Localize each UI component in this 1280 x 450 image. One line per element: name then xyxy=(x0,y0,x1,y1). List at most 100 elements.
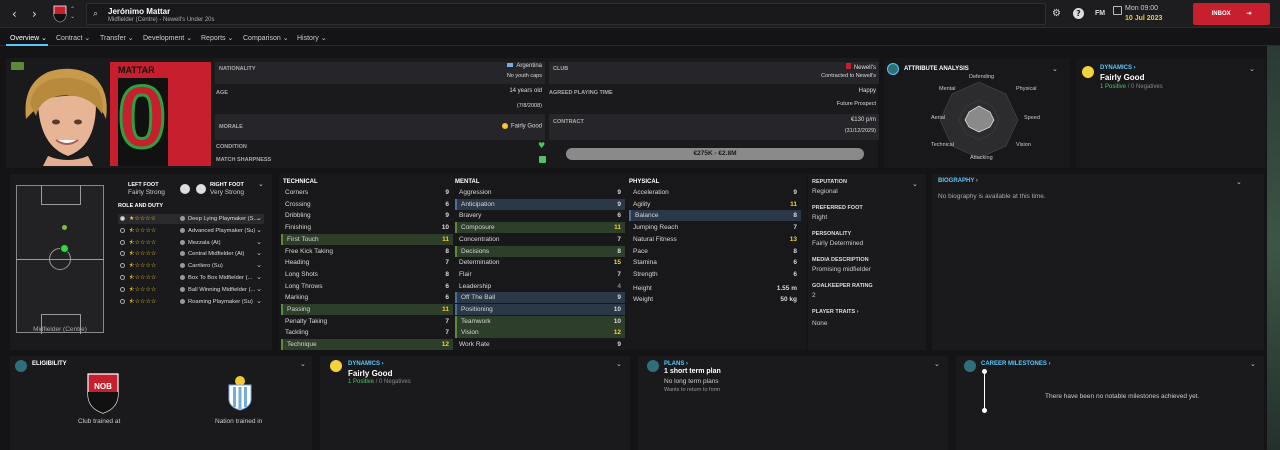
attribute-row[interactable]: Teamwork 10 xyxy=(455,315,625,327)
role-radio[interactable] xyxy=(120,216,125,221)
milestones-title[interactable]: CAREER MILESTONES › xyxy=(981,361,1051,367)
role-radio[interactable] xyxy=(120,263,125,269)
chevron-down-icon[interactable]: ⌄ xyxy=(1249,65,1255,73)
chevron-down-icon[interactable]: ⌄ xyxy=(258,180,264,188)
attribute-row[interactable]: Balance 8 xyxy=(629,210,801,222)
dynamics-title[interactable]: DYNAMICS › xyxy=(1100,65,1136,71)
info-icon[interactable] xyxy=(180,251,185,257)
fm-logo[interactable]: FM xyxy=(1095,10,1105,17)
role-item[interactable]: ⯪☆☆☆☆ Advanced Playmaker (Su) ⌄ xyxy=(118,226,264,236)
chevron-down-icon[interactable]: ⌄ xyxy=(256,225,262,235)
role-radio[interactable] xyxy=(120,275,125,280)
back-arrow-icon[interactable]: ‹ xyxy=(12,7,17,21)
chevron-down-icon[interactable]: ⌄ xyxy=(256,272,262,282)
dynamics-title[interactable]: DYNAMICS › xyxy=(348,361,384,367)
inbox-button[interactable]: INBOX ⇥ xyxy=(1193,3,1270,25)
tab-overview[interactable]: Overview ⌄ xyxy=(10,34,47,42)
role-item[interactable]: ⯪☆☆☆☆ Roaming Playmaker (Su) ⌄ xyxy=(118,297,264,307)
attribute-row[interactable]: Positioning 10 xyxy=(455,304,625,315)
tab-reports[interactable]: Reports ⌄ xyxy=(201,34,233,42)
attribute-row[interactable]: Technique 12 xyxy=(281,339,453,351)
role-radio[interactable] xyxy=(120,298,125,304)
chevron-down-icon[interactable]: ⌄ xyxy=(912,180,918,188)
chevron-down-icon[interactable]: ⌄ xyxy=(256,296,262,306)
tab-transfer[interactable]: Transfer ⌄ xyxy=(100,34,134,42)
chevron-down-icon[interactable]: ⌄ xyxy=(1236,178,1242,186)
attribute-row[interactable]: Off The Ball 9 xyxy=(455,292,625,304)
info-icon[interactable] xyxy=(180,286,185,292)
player-stepper[interactable]: ⌃ ⌄ xyxy=(70,6,75,20)
attribute-row[interactable]: Dribbling 9 xyxy=(281,210,453,221)
nationality-value[interactable]: Argentina xyxy=(436,63,542,69)
attribute-row[interactable]: Corners 9 xyxy=(281,187,453,198)
role-radio[interactable] xyxy=(120,239,125,245)
attribute-row[interactable]: Long Throws 6 xyxy=(281,281,453,292)
chevron-down-icon[interactable]: ⌄ xyxy=(256,260,262,270)
club-crest-icon[interactable] xyxy=(53,5,67,23)
attribute-row[interactable]: Tackling 7 xyxy=(281,327,453,338)
attribute-row[interactable]: Finishing 10 xyxy=(281,222,453,233)
attribute-row[interactable]: Composure 11 xyxy=(455,222,625,234)
role-radio[interactable] xyxy=(120,286,125,292)
role-item[interactable]: ⯪☆☆☆☆ Carrilero (Su) ⌄ xyxy=(118,261,264,271)
search-icon[interactable]: ⌕ xyxy=(93,9,98,19)
info-icon[interactable] xyxy=(180,298,185,304)
tab-contract[interactable]: Contract ⌄ xyxy=(56,34,90,42)
attribute-row[interactable]: Free Kick Taking 8 xyxy=(281,246,453,257)
info-icon[interactable] xyxy=(180,275,185,280)
role-radio[interactable] xyxy=(120,227,125,233)
role-item[interactable]: ⯪☆☆☆☆ Mezzala (At) ⌄ xyxy=(118,238,264,248)
settings-icon[interactable]: ⚙ xyxy=(1052,8,1061,19)
attribute-row[interactable]: Heading 7 xyxy=(281,257,453,268)
info-icon[interactable] xyxy=(180,239,185,245)
attribute-row[interactable]: Natural Fitness 13 xyxy=(629,234,801,245)
biography-title[interactable]: BIOGRAPHY › xyxy=(938,178,978,184)
tab-history[interactable]: History ⌄ xyxy=(297,34,327,42)
attribute-row[interactable]: Vision 12 xyxy=(455,327,625,339)
attribute-row[interactable]: Determination 15 xyxy=(455,257,625,268)
role-item[interactable]: ⯪☆☆☆☆ Central Midfielder (At) ⌄ xyxy=(118,249,264,259)
morale-value[interactable]: Fairly Good xyxy=(436,123,542,130)
attribute-row[interactable]: Pace 8 xyxy=(629,246,801,257)
attribute-row[interactable]: Agility 11 xyxy=(629,199,801,210)
chevron-down-icon[interactable]: ⌄ xyxy=(256,237,262,247)
chevron-down-icon[interactable]: ⌄ xyxy=(256,284,262,294)
attribute-row[interactable]: Flair 7 xyxy=(455,269,625,280)
attribute-row[interactable]: Decisions 8 xyxy=(455,245,625,257)
plans-title[interactable]: PLANS › xyxy=(664,361,688,367)
chevron-down-icon[interactable]: ⌄ xyxy=(1250,360,1256,368)
chevron-down-icon[interactable]: ⌄ xyxy=(300,360,306,368)
help-icon[interactable]: ? xyxy=(1073,8,1084,19)
role-item[interactable]: ⯪☆☆☆☆ Ball Winning Midfielder (... ⌄ xyxy=(118,285,264,295)
attribute-row[interactable]: Concentration 7 xyxy=(455,234,625,245)
attribute-row[interactable]: Acceleration 9 xyxy=(629,187,801,198)
player-traits-label[interactable]: PLAYER TRAITS › xyxy=(812,309,859,315)
attribute-row[interactable]: Bravery 6 xyxy=(455,210,625,221)
attribute-row[interactable]: Strength 6 xyxy=(629,269,801,280)
chevron-down-icon[interactable]: ⌄ xyxy=(616,360,622,368)
chevron-down-icon[interactable]: ⌄ xyxy=(1052,65,1058,73)
tab-development[interactable]: Development ⌄ xyxy=(143,34,192,42)
info-icon[interactable] xyxy=(180,263,185,269)
attribute-row[interactable]: Aggression 9 xyxy=(455,187,625,198)
chevron-down-icon[interactable]: ⌄ xyxy=(256,213,262,223)
attribute-row[interactable]: Stamina 6 xyxy=(629,257,801,268)
role-item[interactable]: ⯪☆☆☆☆ Box To Box Midfielder (... ⌄ xyxy=(118,273,264,283)
attribute-row[interactable]: Penalty Taking 7 xyxy=(281,316,453,327)
role-item[interactable]: ★☆☆☆☆ Deep Lying Playmaker (S... ⌄ xyxy=(118,214,264,224)
info-icon[interactable] xyxy=(180,216,185,221)
attribute-row[interactable]: Marking 6 xyxy=(281,292,453,303)
chevron-down-icon[interactable]: ⌄ xyxy=(934,360,940,368)
attribute-row[interactable]: Passing 11 xyxy=(281,304,453,315)
attribute-row[interactable]: First Touch 11 xyxy=(281,233,453,245)
role-radio[interactable] xyxy=(120,251,125,257)
transfer-value-range[interactable]: €275K - €2.8M xyxy=(566,148,864,160)
attribute-row[interactable]: Jumping Reach 7 xyxy=(629,222,801,233)
tab-comparison[interactable]: Comparison ⌄ xyxy=(243,34,289,42)
player-search-bar[interactable]: ⌕ Jerónimo Mattar Midfielder (Centre) - … xyxy=(86,3,1046,25)
attribute-row[interactable]: Anticipation 9 xyxy=(455,198,625,210)
attribute-row[interactable]: Long Shots 8 xyxy=(281,269,453,280)
attribute-row[interactable]: Crossing 6 xyxy=(281,199,453,210)
club-value[interactable]: Newell's xyxy=(766,63,876,71)
forward-arrow-icon[interactable]: › xyxy=(32,7,37,21)
